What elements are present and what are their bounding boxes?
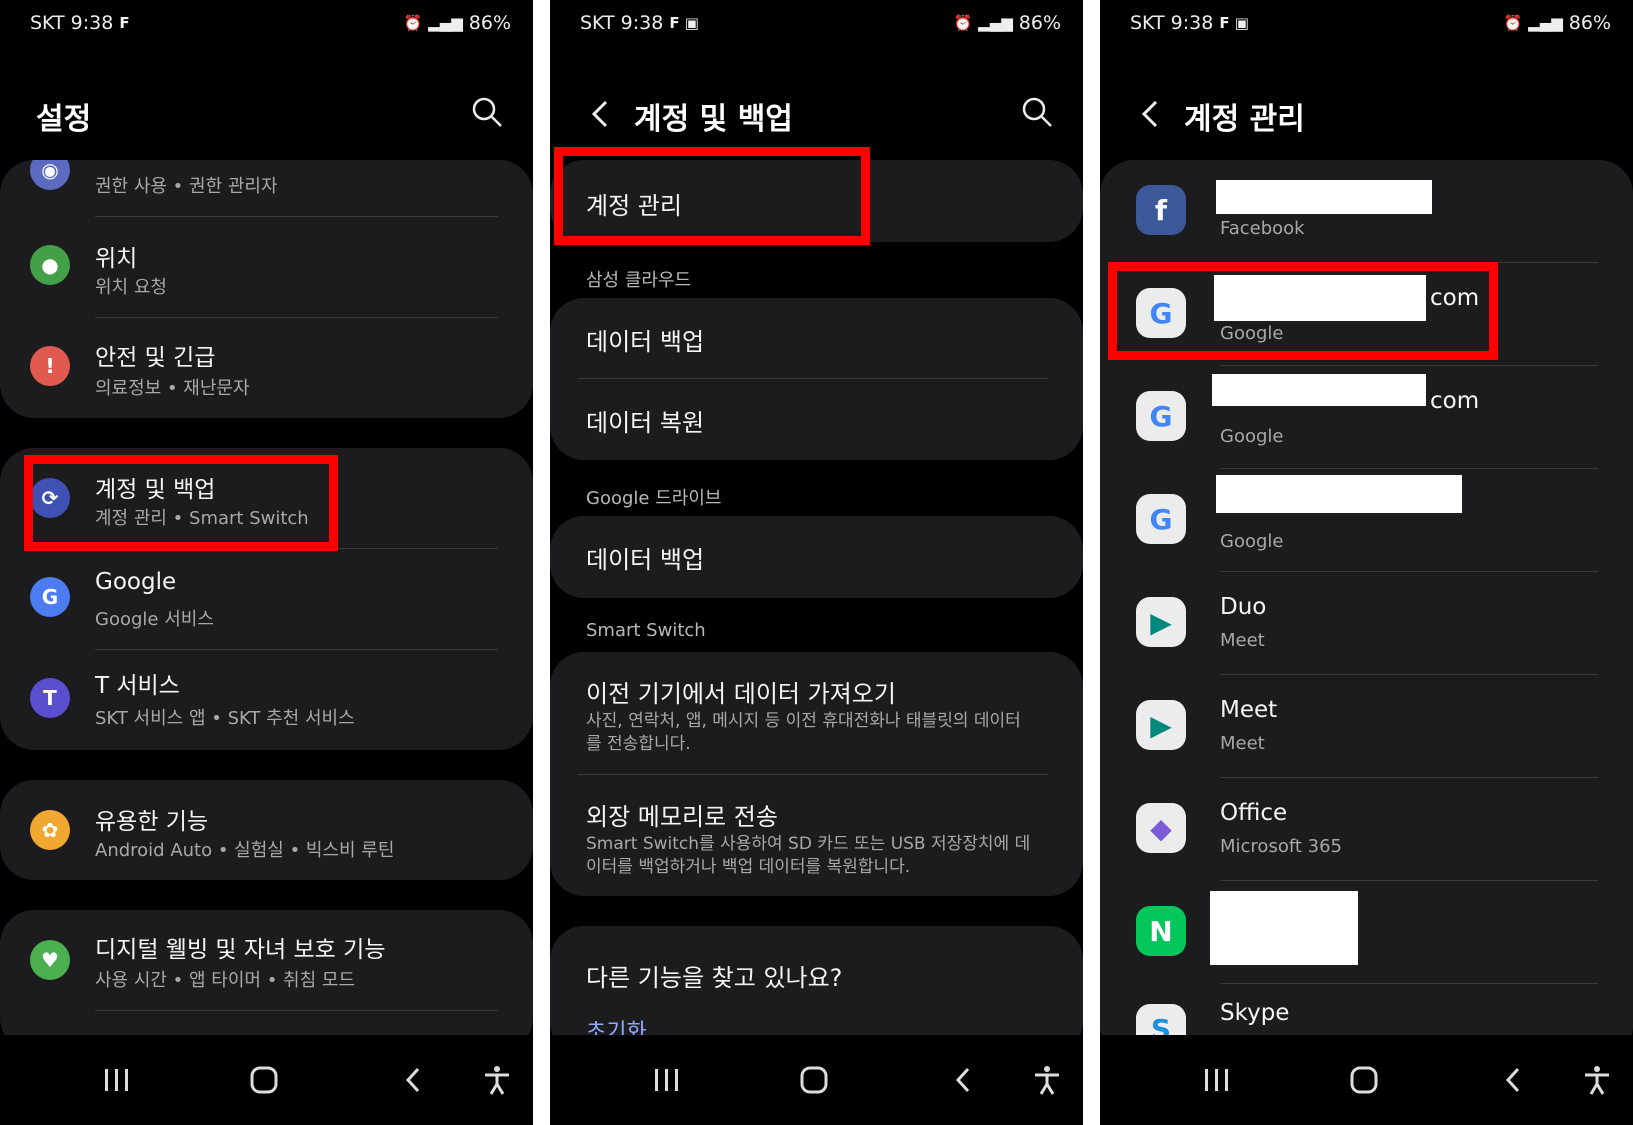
status-bar: SKT 9:38 F ⏰ ▂▄▆ 86% — [30, 12, 511, 42]
back-icon[interactable] — [1498, 1065, 1532, 1095]
meet-icon: ▶ — [1136, 597, 1186, 647]
accessibility-icon[interactable] — [1580, 1065, 1614, 1095]
nav-bar — [1100, 1035, 1633, 1125]
settings-item-google[interactable]: G Google Google 서비스 — [0, 549, 533, 649]
wellbeing-icon: ♥ — [30, 940, 70, 980]
time: 9:38 — [1170, 12, 1214, 34]
data-backup-item[interactable]: 데이터 백업 — [550, 298, 1083, 378]
battery-level: 86% — [1568, 12, 1611, 34]
nav-bar — [0, 1035, 533, 1125]
search-icon[interactable] — [471, 96, 503, 128]
office-icon: ◆ — [1136, 803, 1186, 853]
external-storage-item[interactable]: 외장 메모리로 전송 Smart Switch를 사용하여 SD 카드 또는 U… — [550, 775, 1083, 896]
facebook-icon: f — [1136, 185, 1186, 235]
location-icon: ● — [30, 245, 70, 285]
account-item-google-2[interactable]: G com Google — [1100, 366, 1633, 468]
back-arrow-icon[interactable] — [1134, 96, 1170, 132]
import-data-item[interactable]: 이전 기기에서 데이터 가져오기 사진, 연락처, 앱, 메시지 등 이전 휴대… — [550, 652, 1083, 774]
recents-icon[interactable] — [1200, 1065, 1234, 1095]
data-restore-item[interactable]: 데이터 복원 — [550, 379, 1083, 460]
page-title: 계정 관리 — [1184, 102, 1305, 137]
back-arrow-icon[interactable] — [584, 96, 620, 132]
section-google-drive: Google 드라이브 — [586, 488, 722, 509]
meet-icon: ▶ — [1136, 700, 1186, 750]
notification-icon: F ▣ — [669, 14, 699, 32]
section-samsung-cloud: 삼성 클라우드 — [586, 270, 692, 291]
puzzle-icon: ✿ — [30, 810, 70, 850]
home-icon[interactable] — [798, 1065, 832, 1095]
settings-item-safety[interactable]: ! 안전 및 긴급 의료정보 • 재난문자 — [0, 318, 533, 418]
notification-icon: F ▣ — [1219, 14, 1249, 32]
time: 9:38 — [70, 12, 114, 34]
home-icon[interactable] — [248, 1065, 282, 1095]
carrier: SKT — [1130, 12, 1165, 34]
account-item-naver[interactable]: N — [1100, 881, 1633, 983]
battery-level: 86% — [1018, 12, 1061, 34]
back-icon[interactable] — [948, 1065, 982, 1095]
page-title: 계정 및 백업 — [634, 102, 793, 137]
home-icon[interactable] — [1348, 1065, 1382, 1095]
highlight-box — [24, 455, 338, 551]
settings-item-t-service[interactable]: T T 서비스 SKT 서비스 앱 • SKT 추천 서비스 — [0, 650, 533, 750]
account-item-google-3[interactable]: G Google — [1100, 469, 1633, 571]
settings-screen: SKT 9:38 F ⏰ ▂▄▆ 86% 설정 ◉ 권한 사용 • 권한 관리자… — [0, 0, 533, 1125]
google-icon: G — [1136, 494, 1186, 544]
highlight-box — [554, 147, 870, 245]
settings-item-digital-wellbeing[interactable]: ♥ 디지털 웰빙 및 자녀 보호 기능 사용 시간 • 앱 타이머 • 취침 모… — [0, 910, 533, 1010]
account-item-office[interactable]: ◆ Office Microsoft 365 — [1100, 778, 1633, 880]
recents-icon[interactable] — [100, 1065, 134, 1095]
status-bar: SKT 9:38 F ▣ ⏰ ▂▄▆ 86% — [1130, 12, 1611, 42]
account-item-meet[interactable]: ▶ Meet Meet — [1100, 675, 1633, 777]
battery-level: 86% — [468, 12, 511, 34]
redacted-name — [1210, 891, 1358, 965]
signal-icon: ▂▄▆ — [1528, 14, 1563, 32]
alarm-icon: ⏰ — [953, 14, 973, 32]
accessibility-icon[interactable] — [480, 1065, 514, 1095]
account-item-duo[interactable]: ▶ Duo Meet — [1100, 572, 1633, 674]
nav-bar — [550, 1035, 1083, 1125]
notification-icon: F — [119, 14, 130, 32]
alarm-icon: ⏰ — [403, 14, 423, 32]
t-service-icon: T — [30, 678, 70, 718]
warning-icon: ! — [30, 346, 70, 386]
back-icon[interactable] — [398, 1065, 432, 1095]
highlight-box — [1108, 262, 1498, 360]
gdrive-backup-item[interactable]: 데이터 백업 — [550, 516, 1083, 598]
accessibility-icon[interactable] — [1030, 1065, 1064, 1095]
redacted-name — [1216, 475, 1462, 513]
page-title: 설정 — [36, 102, 92, 137]
recents-icon[interactable] — [650, 1065, 684, 1095]
status-bar: SKT 9:38 F ▣ ⏰ ▂▄▆ 86% — [580, 12, 1061, 42]
account-item-facebook[interactable]: f Facebook — [1100, 160, 1633, 262]
alarm-icon: ⏰ — [1503, 14, 1523, 32]
redacted-name — [1216, 180, 1432, 214]
time: 9:38 — [620, 12, 664, 34]
signal-icon: ▂▄▆ — [428, 14, 463, 32]
accounts-backup-screen: SKT 9:38 F ▣ ⏰ ▂▄▆ 86% 계정 및 백업 계정 관리 삼성 … — [550, 0, 1083, 1125]
settings-item-location[interactable]: ● 위치 위치 요청 — [0, 217, 533, 317]
redacted-name — [1212, 374, 1426, 406]
settings-item-privacy[interactable]: ◉ 권한 사용 • 권한 관리자 — [0, 160, 533, 218]
signal-icon: ▂▄▆ — [978, 14, 1013, 32]
section-smart-switch: Smart Switch — [586, 620, 706, 641]
carrier: SKT — [30, 12, 65, 34]
settings-item-useful-features[interactable]: ✿ 유용한 기능 Android Auto • 실험실 • 빅스비 루틴 — [0, 780, 533, 880]
carrier: SKT — [580, 12, 615, 34]
naver-icon: N — [1136, 906, 1186, 956]
privacy-icon: ◉ — [30, 160, 70, 190]
google-icon: G — [1136, 391, 1186, 441]
google-icon: G — [30, 577, 70, 617]
search-icon[interactable] — [1021, 96, 1053, 128]
account-management-screen: SKT 9:38 F ▣ ⏰ ▂▄▆ 86% 계정 관리 f Facebook … — [1100, 0, 1633, 1125]
